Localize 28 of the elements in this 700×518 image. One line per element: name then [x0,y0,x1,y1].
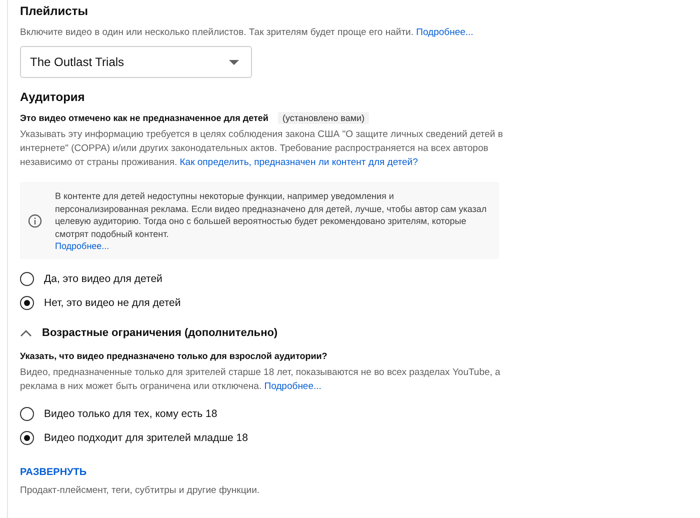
collapsible-title[interactable]: Возрастные ограничения (дополнительно) [42,326,278,338]
caret-icon [229,60,239,64]
radio-label: Да, это видео для детей [44,272,162,284]
description: Видео, предназначенные только для зрителей старше 18 лет, показываются не во всех разделах YouTube, а реклама в них может быть ограничена или отключена. Подробнее... [20,366,502,394]
radio-label: Видео подходит для зрителей младше 18 [44,432,248,444]
question: Указать, что видео предназначено только для взрослой аудитории? [20,350,328,360]
description: Указывать эту информацию требуется в целях соблюдения закона США "О защите личных сведений детей в интернете" (COPPA) и/или других законодательных актов. Требование распространяется на всех авторов независимо от страны проживания. Как определить, предназначен ли контент для детей? [20,128,504,170]
section-title: Плейлисты [20,4,89,18]
radio-button[interactable] [20,430,34,444]
info-text: В контенте для детей недоступны некоторые функции, например уведомления и персонализированная реклама. Если видео предназначено для детей, лучше, чтобы автор сам указал целевую аудиторию. Тогда оно с большей вероятностью будет рекомендовано зрителям, которые смотрят подобный контент. Подробнее... [55,190,487,252]
learn-more-link[interactable]: Подробнее... [264,380,322,392]
info-icon [28,214,42,228]
description: Продакт-плейсмент, теги, субтитры и другие функции. [20,484,261,498]
learn-more-link[interactable]: Подробнее... [55,241,110,251]
radio-label: Видео только для тех, кому есть 18 [44,408,218,420]
chevron-up-icon[interactable] [20,328,32,336]
section-title: Аудитория [20,90,86,104]
radio-button[interactable] [20,296,34,310]
radio-button[interactable] [20,406,34,420]
status-tag: (установлено вами) [278,112,369,124]
help-link[interactable]: Как определить, предназначен ли контент для детей? [180,157,418,168]
description: Включите видео в один или несколько плейлистов. Так зрителям будет проще его найти. Подробнее... [20,26,474,40]
playlist-dropdown[interactable]: The Outlast Trials [20,46,252,78]
radio-label: Нет, это видео не для детей [44,296,181,308]
radio-button[interactable] [20,272,34,286]
audience-status: Это видео отмечено как не предназначенное для детей [20,113,268,123]
learn-more-link[interactable]: Подробнее... [416,27,474,38]
expand-link[interactable]: РАЗВЕРНУТЬ [20,466,87,478]
